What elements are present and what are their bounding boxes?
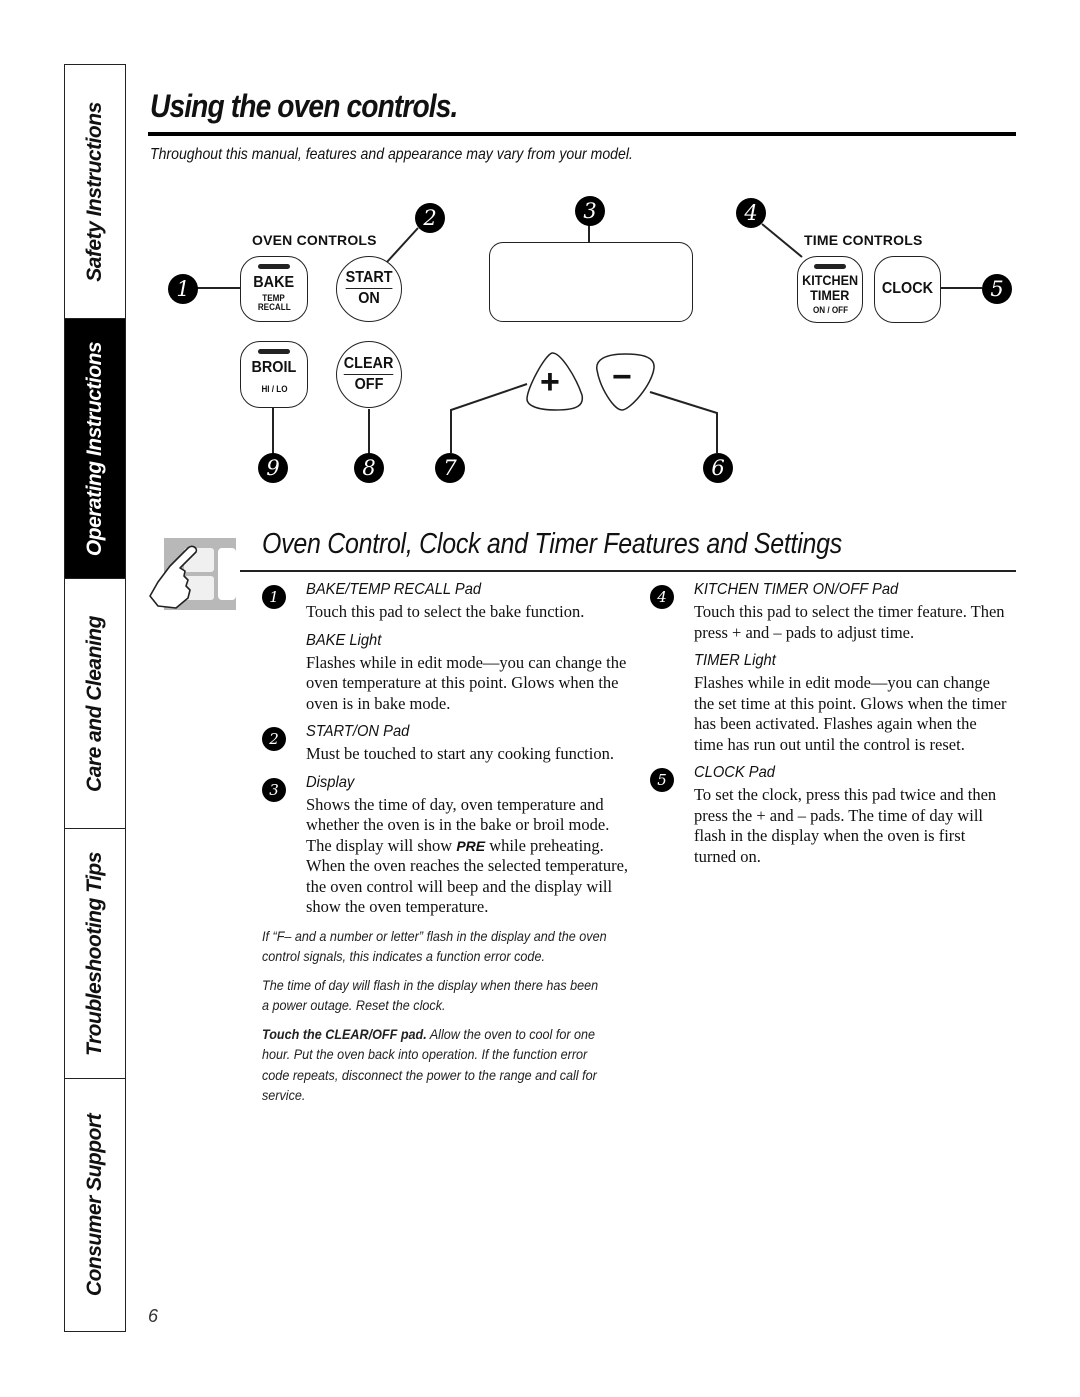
feature-item-4: 4 KITCHEN TIMER ON/OFF Pad Touch this pa…: [650, 580, 1010, 755]
error-notes: If “F– and a number or letter” flash in …: [262, 926, 632, 1106]
feature-description: Shows the time of day, oven temperature …: [306, 795, 632, 918]
leader-6: [649, 391, 718, 453]
feature-description: To set the clock, press this pad twice a…: [694, 785, 997, 866]
tab-label: Troubleshooting Tips: [83, 851, 107, 1056]
page-number: 6: [148, 1306, 159, 1326]
callout-8: 8: [354, 453, 384, 483]
time-controls-label: TIME CONTROLS: [804, 232, 923, 248]
bake-pad[interactable]: BAKE TEMP RECALL: [240, 256, 308, 322]
feature-number-badge: 2: [262, 727, 286, 751]
kitchen-timer-pad[interactable]: KITCHEN TIMER ON / OFF: [797, 256, 863, 323]
broil-indicator-light: [258, 349, 290, 354]
feature-item-1: 1 BAKE/TEMP RECALL Pad Touch this pad to…: [262, 580, 632, 714]
feature-item-3: 3 Display Shows the time of day, oven te…: [262, 773, 632, 918]
feature-item-2: 2 START/ON Pad Must be touched to start …: [262, 722, 632, 765]
feature-heading: CLOCK Pad: [694, 764, 776, 781]
tab-label: Consumer Support: [83, 1113, 107, 1297]
feature-description: Touch this pad to select the timer featu…: [694, 602, 1005, 642]
oven-display: [489, 242, 693, 322]
note-clear-off: Touch the CLEAR/OFF pad. Allow the oven …: [262, 1024, 609, 1106]
callout-4: 4: [736, 198, 766, 228]
features-left-column: 1 BAKE/TEMP RECALL Pad Touch this pad to…: [262, 580, 632, 1106]
note-power-outage: The time of day will flash in the displa…: [262, 975, 609, 1016]
leader-7: [450, 383, 528, 453]
start-pad-label: START: [345, 269, 393, 289]
timer-pad-label: TIMER: [810, 287, 850, 304]
note-bold: Touch the CLEAR/OFF pad.: [262, 1025, 427, 1042]
note-text: The time of day will flash in the displa…: [262, 976, 599, 1014]
clear-pad-label: CLEAR: [344, 355, 394, 375]
timer-indicator-light: [814, 264, 846, 269]
pre-indicator-text: PRE: [456, 837, 486, 854]
minus-pad[interactable]: −: [612, 360, 632, 394]
tab-troubleshooting-tips[interactable]: Troubleshooting Tips: [65, 829, 125, 1079]
section-divider: [240, 570, 1016, 572]
feature-heading: KITCHEN TIMER ON/OFF Pad: [694, 581, 899, 598]
feature-number-badge: 3: [262, 777, 286, 802]
feature-heading: Display: [306, 773, 355, 791]
callout-6: 6: [703, 453, 733, 483]
kitchen-pad-label: KITCHEN: [801, 272, 858, 289]
note-text: If “F– and a number or letter” flash in …: [262, 927, 607, 965]
feature-description: Touch this pad to select the bake functi…: [306, 602, 585, 621]
tab-label: Care and Cleaning: [83, 615, 107, 792]
feature-subheading: TIMER Light: [694, 652, 776, 669]
callout-5: 5: [982, 274, 1012, 304]
callout-7: 7: [435, 453, 465, 483]
feature-subheading: BAKE Light: [306, 631, 382, 649]
features-right-column: 4 KITCHEN TIMER ON/OFF Pad Touch this pa…: [650, 580, 1010, 875]
bake-pad-label: BAKE: [253, 273, 295, 291]
off-pad-label: OFF: [354, 375, 384, 393]
feature-number-badge: 4: [650, 585, 674, 609]
clock-pad-label: CLOCK: [881, 280, 934, 298]
clock-pad[interactable]: CLOCK: [874, 256, 941, 323]
bake-indicator-light: [258, 264, 290, 269]
oven-controls-label: OVEN CONTROLS: [252, 232, 377, 248]
bake-pad-sublabel-recall: RECALL: [257, 302, 291, 313]
section-title: Oven Control, Clock and Timer Features a…: [262, 528, 842, 560]
control-panel-diagram: OVEN CONTROLS TIME CONTROLS BAKE TEMP RE…: [0, 0, 1080, 500]
timer-pad-sublabel: ON / OFF: [812, 304, 848, 315]
broil-pad[interactable]: BROIL HI / LO: [240, 341, 308, 408]
feature-subdescription: Flashes while in edit mode—you can chang…: [306, 652, 627, 713]
callout-1: 1: [168, 274, 198, 304]
broil-pad-sublabel: HI / LO: [260, 383, 288, 394]
broil-pad-label: BROIL: [251, 359, 297, 377]
clear-off-pad[interactable]: CLEAR OFF: [336, 341, 402, 408]
feature-description: Must be touched to start any cooking fun…: [306, 744, 614, 763]
callout-2: 2: [415, 203, 445, 233]
feature-number-badge: 5: [650, 768, 674, 792]
feature-subdescription: Flashes while in edit mode—you can chang…: [694, 673, 1007, 754]
feature-heading: START/ON Pad: [306, 723, 410, 740]
leader-4: [761, 223, 803, 258]
note-error-code: If “F– and a number or letter” flash in …: [262, 926, 609, 967]
tab-consumer-support[interactable]: Consumer Support: [65, 1079, 125, 1331]
hand-touch-icon: [149, 538, 236, 610]
feature-heading: BAKE/TEMP RECALL Pad: [306, 581, 482, 598]
start-on-pad[interactable]: START ON: [336, 256, 402, 322]
feature-item-5: 5 CLOCK Pad To set the clock, press this…: [650, 763, 1010, 867]
feature-number-badge: 1: [262, 585, 286, 609]
callout-9: 9: [258, 453, 288, 483]
plus-pad[interactable]: +: [540, 365, 560, 399]
tab-care-and-cleaning[interactable]: Care and Cleaning: [65, 579, 125, 829]
callout-3: 3: [575, 196, 605, 226]
leader-2: [386, 227, 419, 263]
on-pad-label: ON: [358, 290, 380, 307]
